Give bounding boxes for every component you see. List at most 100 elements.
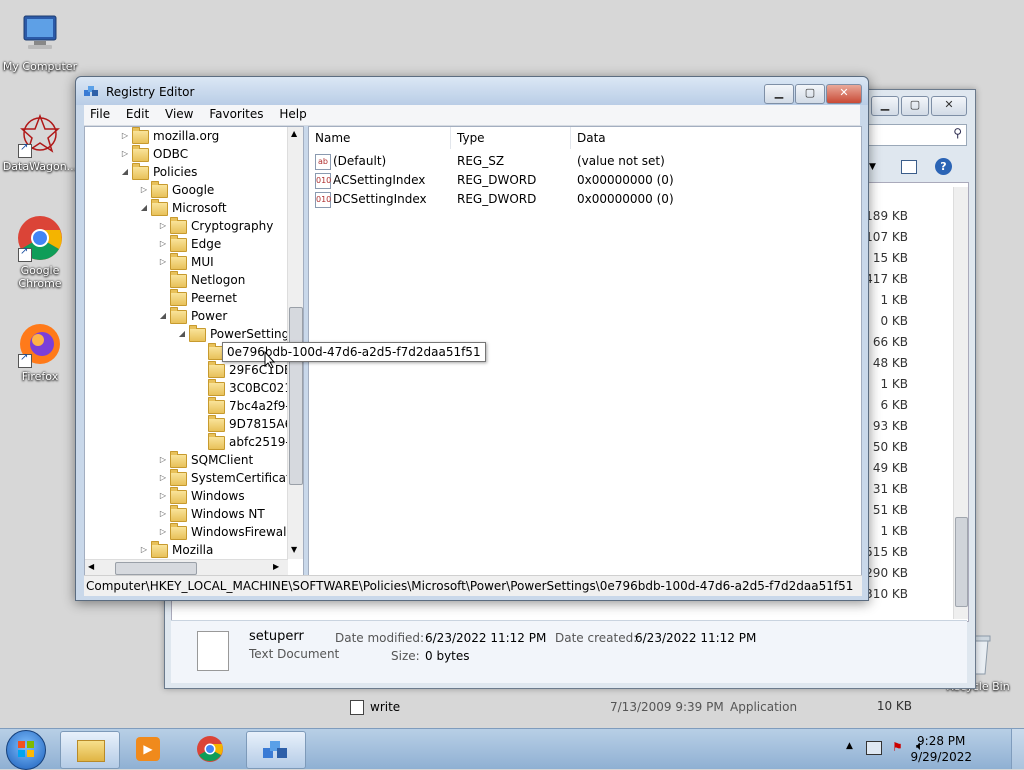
tree-item[interactable]: ▷ Cryptography <box>157 217 273 235</box>
tree-item[interactable]: ▷ WindowsFirewall <box>157 523 290 541</box>
expand-arrow-icon[interactable]: ▷ <box>157 253 169 271</box>
network-icon[interactable] <box>866 741 882 755</box>
preview-pane-icon[interactable] <box>901 160 917 174</box>
expand-arrow-icon[interactable]: ▷ <box>157 235 169 253</box>
tree-item[interactable]: ▷ ODBC <box>119 145 188 163</box>
help-icon[interactable]: ? <box>935 158 952 175</box>
tree-item[interactable]: ▷ mozilla.org <box>119 127 219 145</box>
taskbar: ▶ ▲ ⚑ 🔈︎ 9:28 PM 9/29/2022 <box>0 728 1024 770</box>
menu-help[interactable]: Help <box>273 105 312 121</box>
scroll-left-arrow-icon[interactable]: ◀ <box>88 562 94 571</box>
expand-arrow-icon[interactable]: ▷ <box>157 505 169 523</box>
folder-icon <box>132 163 149 180</box>
desktop-icon-google-chrome[interactable]: Google Chrome <box>0 214 80 290</box>
vertical-scrollbar[interactable] <box>953 187 968 619</box>
column-header-data[interactable]: Data <box>571 127 861 149</box>
expand-arrow-icon[interactable]: ◢ <box>176 325 188 343</box>
tree-item[interactable]: ▷ Windows NT <box>157 505 265 523</box>
chrome-icon <box>196 735 224 763</box>
tree-item[interactable]: 3C0BC021- <box>195 379 296 397</box>
tree-item[interactable]: abfc2519-3 <box>195 433 297 451</box>
column-header-name[interactable]: Name <box>309 127 451 149</box>
title-bar[interactable]: Registry Editor ▁ ▢ ✕ <box>76 77 868 105</box>
taskbar-explorer-button[interactable] <box>60 731 120 769</box>
tree-item-label: SQMClient <box>191 453 254 467</box>
taskbar-chrome-button[interactable] <box>182 731 240 767</box>
tree-item[interactable]: Peernet <box>157 289 237 307</box>
menu-edit[interactable]: Edit <box>120 105 155 121</box>
size-label: Size: <box>391 649 420 663</box>
scroll-thumb[interactable] <box>289 307 303 485</box>
menu-file[interactable]: File <box>84 105 116 121</box>
taskbar-media-player-button[interactable]: ▶ <box>120 731 178 767</box>
expand-arrow-icon[interactable]: ▷ <box>119 145 131 163</box>
scroll-right-arrow-icon[interactable]: ▶ <box>273 562 279 571</box>
maximize-button[interactable]: ▢ <box>795 84 825 104</box>
folder-icon <box>208 379 225 396</box>
value-row[interactable]: 010 ACSettingIndex REG_DWORD 0x00000000 (0) <box>309 171 861 190</box>
desktop-icon-datawagon[interactable]: DataWagon... <box>0 110 80 173</box>
tree-item[interactable]: ◢ Power <box>157 307 227 325</box>
search-box[interactable]: ⚲ <box>865 124 967 146</box>
maximize-button[interactable]: ▢ <box>901 96 929 116</box>
firefox-icon <box>16 320 64 368</box>
minimize-button[interactable]: ▁ <box>764 84 794 104</box>
registry-editor-window[interactable]: Registry Editor ▁ ▢ ✕ File Edit View Fav… <box>75 76 869 601</box>
tree-item[interactable]: ▷ Google <box>138 181 214 199</box>
desktop-icon-my-computer[interactable]: My Computer <box>0 10 80 73</box>
close-button[interactable]: ✕ <box>826 84 862 104</box>
column-header-type[interactable]: Type <box>451 127 571 149</box>
action-center-icon[interactable]: ⚑ <box>892 740 906 754</box>
tree-item[interactable]: ▷ Edge <box>157 235 221 253</box>
expand-arrow-icon[interactable]: ▷ <box>119 127 131 145</box>
expand-arrow-icon[interactable]: ▷ <box>157 469 169 487</box>
tree-item[interactable]: ◢ Microsoft <box>138 199 227 217</box>
value-row[interactable]: ab (Default) REG_SZ (value not set) <box>309 152 861 171</box>
computer-icon <box>16 10 64 58</box>
scroll-up-arrow-icon[interactable]: ▲ <box>291 129 297 138</box>
value-row[interactable]: 010 DCSettingIndex REG_DWORD 0x00000000 (0) <box>309 190 861 209</box>
minimize-button[interactable]: ▁ <box>871 96 899 116</box>
desktop-icon-label: My Computer <box>2 60 78 73</box>
expand-arrow-icon[interactable]: ▷ <box>157 523 169 541</box>
tree-item[interactable]: ◢ Policies <box>119 163 197 181</box>
tree-item[interactable]: ▷ SystemCertificates <box>157 469 303 487</box>
tree-item[interactable]: Netlogon <box>157 271 245 289</box>
tree-item[interactable]: ▷ MUI <box>157 253 214 271</box>
desktop-icon-firefox[interactable]: Firefox <box>0 320 80 383</box>
show-hidden-icons-icon[interactable]: ▲ <box>846 741 853 751</box>
tree-item[interactable]: 29F6C1DB- <box>195 361 297 379</box>
tree-item-label: MUI <box>191 255 214 269</box>
scroll-thumb[interactable] <box>955 517 968 607</box>
tree-item[interactable]: 9D7815A6- <box>195 415 297 433</box>
tree-item[interactable]: ▷ Mozilla <box>138 541 213 559</box>
tree-horizontal-scrollbar[interactable]: ◀ ▶ <box>85 559 288 576</box>
chevron-down-icon[interactable]: ▼ <box>869 162 876 172</box>
application-icon <box>350 700 364 715</box>
tree-item[interactable]: ▷ Windows <box>157 487 245 505</box>
chrome-icon <box>16 214 64 262</box>
registry-editor-icon <box>84 84 98 98</box>
expand-arrow-icon[interactable]: ▷ <box>138 181 150 199</box>
tree-item[interactable]: 7bc4a2f9-c <box>195 397 296 415</box>
expand-arrow-icon[interactable]: ◢ <box>119 163 131 181</box>
start-button[interactable] <box>6 730 46 770</box>
menu-favorites[interactable]: Favorites <box>203 105 269 121</box>
scroll-thumb[interactable] <box>115 562 197 575</box>
expand-arrow-icon[interactable]: ▷ <box>157 487 169 505</box>
close-button[interactable]: ✕ <box>931 96 967 116</box>
menu-view[interactable]: View <box>159 105 199 121</box>
expand-arrow-icon[interactable]: ◢ <box>138 199 150 217</box>
window-title: Registry Editor <box>106 85 195 99</box>
expand-arrow-icon[interactable]: ▷ <box>157 451 169 469</box>
tree-item[interactable]: ◢ PowerSettings <box>176 325 296 343</box>
system-clock[interactable]: 9:28 PM 9/29/2022 <box>910 733 972 765</box>
scroll-down-arrow-icon[interactable]: ▼ <box>291 545 297 554</box>
file-date: 7/13/2009 9:39 PM <box>610 700 724 714</box>
show-desktop-button[interactable] <box>1011 729 1024 769</box>
expand-arrow-icon[interactable]: ◢ <box>157 307 169 325</box>
taskbar-registry-editor-button[interactable] <box>246 731 306 769</box>
tree-item[interactable]: ▷ SQMClient <box>157 451 253 469</box>
expand-arrow-icon[interactable]: ▷ <box>138 541 150 559</box>
expand-arrow-icon[interactable]: ▷ <box>157 217 169 235</box>
